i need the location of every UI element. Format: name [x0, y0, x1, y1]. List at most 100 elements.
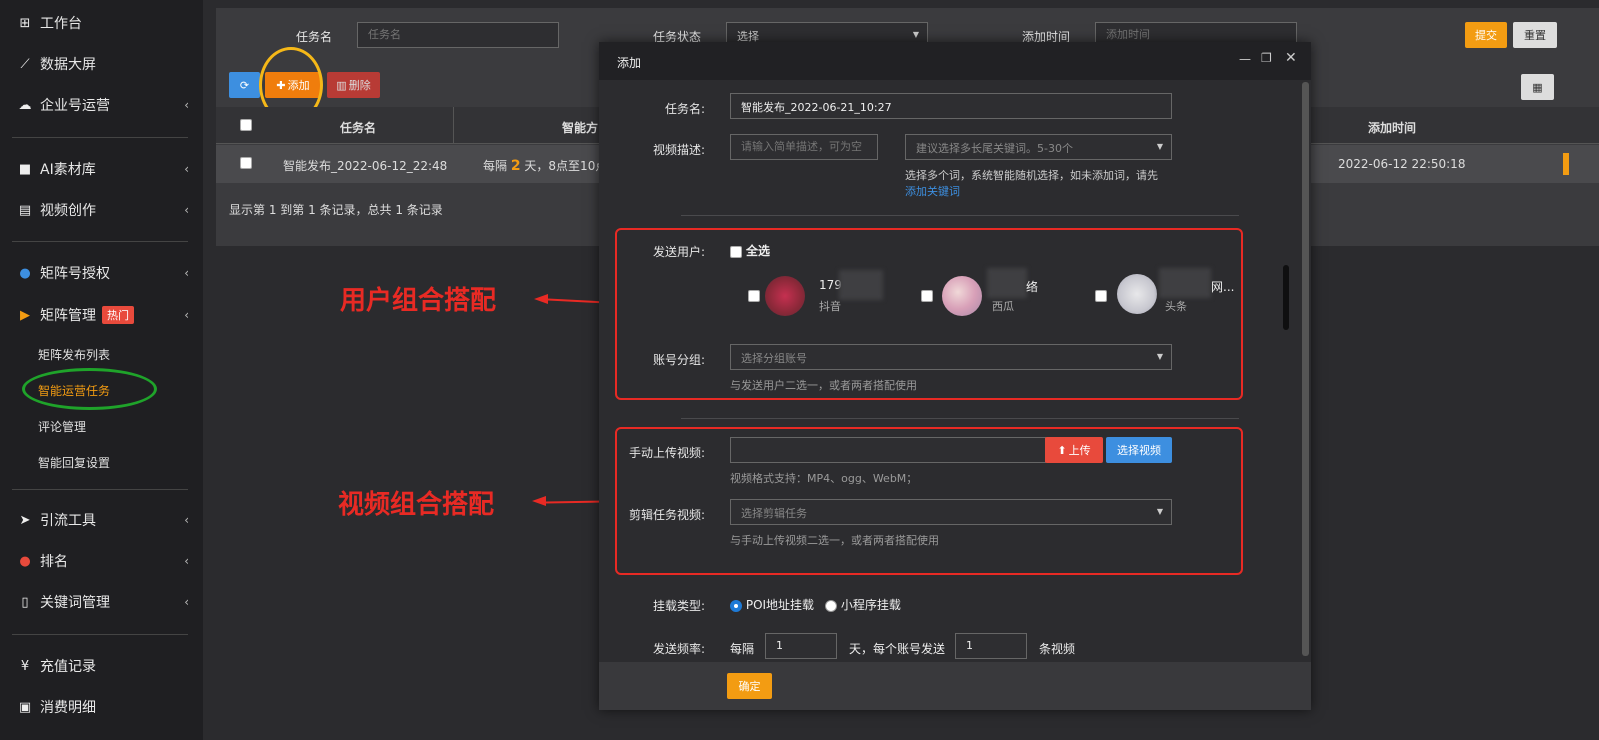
sidebar-item-keywords[interactable]: ▯ 关键词管理 ‹	[0, 582, 203, 622]
keyword-hint: 选择多个词，系统智能随机选择，如未添加词，请先	[905, 169, 1158, 182]
freq-count-input[interactable]: 1	[955, 633, 1027, 659]
sidebar-item-label: 工作台	[40, 16, 82, 32]
chevron-left-icon: ‹	[184, 98, 189, 112]
modal-scrollbar[interactable]	[1302, 82, 1309, 656]
mount-label: 挂载类型:	[652, 599, 705, 613]
sidebar-item-rank[interactable]: ● 排名 ‹	[0, 541, 203, 581]
hot-badge: 热门	[102, 306, 134, 324]
sub-item-publish-list[interactable]: 矩阵发布列表	[38, 346, 110, 363]
annotation-arrow	[547, 298, 607, 304]
sidebar-item-label: 视频创作	[40, 203, 96, 219]
sidebar: ⊞ 工作台 ⟋ 数据大屏 ☁ 企业号运营 ‹ ■ AI素材库 ‹ ▤ 视频创作 ‹ ● 矩阵号授权…	[0, 0, 203, 740]
minimize-icon[interactable]: —	[1239, 52, 1251, 66]
sidebar-item-enterprise[interactable]: ☁ 企业号运营 ‹	[0, 85, 203, 125]
mount-option-label: POI地址挂载	[745, 598, 815, 612]
freq-suffix: 条视频	[1039, 642, 1076, 656]
delete-label: 删除	[348, 79, 371, 92]
user-auth-icon: ●	[19, 265, 31, 281]
sidebar-item-label: 排名	[40, 554, 68, 570]
submit-button[interactable]: 提交	[1465, 22, 1507, 48]
sidebar-item-matrix-manage[interactable]: ▶ 矩阵管理 热门 ‹	[0, 295, 203, 335]
freq-days-input[interactable]: 1	[765, 633, 837, 659]
mount-option-label: 小程序挂载	[840, 598, 901, 612]
annotation-arrow	[545, 500, 607, 504]
radio-unselected[interactable]	[825, 599, 837, 612]
document-icon: ▯	[21, 594, 29, 610]
sidebar-item-workbench[interactable]: ⊞ 工作台	[0, 3, 203, 43]
refresh-button[interactable]: ⟳	[229, 72, 260, 98]
sidebar-item-label: 消费明细	[40, 700, 96, 716]
caret-down-icon: ▼	[912, 30, 919, 39]
yen-icon: ¥	[20, 658, 30, 674]
add-modal: 添加 — ❐ ✕ 任务名: 智能发布_2022-06-21_10:27 视频描述…	[599, 42, 1311, 710]
divider	[12, 489, 188, 490]
chevron-left-icon: ‹	[184, 203, 189, 217]
mount-option-miniprogram[interactable]: 小程序挂载	[825, 596, 901, 613]
chevron-left-icon: ‹	[184, 162, 189, 176]
annotation-video-combo: 视频组合搭配	[338, 490, 495, 520]
task-name-field[interactable]: 智能发布_2022-06-21_10:27	[730, 93, 1172, 119]
sidebar-item-ai-library[interactable]: ■ AI素材库 ‹	[0, 149, 203, 189]
row-checkbox[interactable]	[240, 157, 252, 169]
sidebar-item-label: AI素材库	[40, 162, 96, 178]
list-scrollbar-thumb[interactable]	[1283, 265, 1289, 330]
money-icon: ▣	[18, 699, 32, 715]
radio-selected[interactable]	[730, 599, 742, 612]
sidebar-item-matrix-auth[interactable]: ● 矩阵号授权 ‹	[0, 253, 203, 293]
maximize-icon[interactable]: ❐	[1261, 51, 1272, 65]
col-divider	[453, 107, 454, 144]
sidebar-item-video-create[interactable]: ▤ 视频创作 ‹	[0, 190, 203, 230]
freq-num: 2	[510, 158, 521, 174]
sidebar-item-traffic[interactable]: ➤ 引流工具 ‹	[0, 500, 203, 540]
send-icon: ➤	[19, 512, 31, 528]
task-name-label: 任务名:	[664, 102, 705, 116]
mount-option-poi[interactable]: POI地址挂载	[730, 596, 814, 613]
sub-item-auto-reply[interactable]: 智能回复设置	[38, 454, 110, 471]
play-icon: ▶	[20, 307, 30, 323]
add-keyword-link[interactable]: 添加关键词	[905, 183, 960, 199]
close-icon[interactable]: ✕	[1285, 50, 1297, 66]
rank-icon: ●	[19, 553, 31, 569]
row-task-name: 智能发布_2022-06-12_22:48	[283, 159, 448, 173]
sidebar-item-dashboard[interactable]: ⟋ 数据大屏	[0, 44, 203, 84]
row-frequency: 每隔 2 天，8点至10点	[483, 157, 607, 174]
sidebar-item-label: 数据大屏	[40, 57, 96, 73]
freq-mid: 天，每个账号发送	[849, 642, 946, 656]
chevron-down-icon: ‹	[184, 308, 189, 322]
annotation-user-combo: 用户组合搭配	[340, 286, 497, 316]
highlight-box-videos	[615, 427, 1243, 575]
chevron-left-icon: ‹	[184, 266, 189, 280]
freq-prefix: 每隔	[730, 642, 755, 656]
keyword-placeholder: 建议选择多长尾关键词。5-30个	[916, 142, 1073, 155]
sidebar-item-label: 关键词管理	[40, 595, 110, 611]
modal-header: 添加 — ❐ ✕	[599, 42, 1311, 80]
grid-icon: ▦	[1532, 80, 1543, 94]
trash-icon: ▥	[336, 78, 347, 92]
delete-button[interactable]: ▥ 删除	[327, 72, 380, 98]
row-add-time: 2022-06-12 22:50:18	[1338, 157, 1466, 171]
keyword-select[interactable]: 建议选择多长尾关键词。5-30个 ▼	[905, 134, 1172, 160]
row-action-edge[interactable]	[1563, 153, 1569, 175]
divider	[681, 418, 1239, 419]
select-all-checkbox[interactable]	[240, 119, 252, 131]
sidebar-item-label: 矩阵管理	[40, 308, 96, 324]
chevron-left-icon: ‹	[184, 554, 189, 568]
cloud-icon: ☁	[18, 97, 32, 113]
sidebar-item-consumption[interactable]: ▣ 消费明细	[0, 687, 203, 727]
task-name-label: 任务名	[296, 30, 333, 44]
view-toggle-button[interactable]: ▦	[1521, 74, 1554, 100]
confirm-button[interactable]: 确定	[727, 673, 772, 699]
divider	[681, 215, 1239, 216]
divider	[12, 241, 188, 242]
task-name-input[interactable]	[357, 22, 559, 48]
video-desc-input[interactable]	[730, 134, 878, 160]
sidebar-item-label: 充值记录	[40, 659, 96, 675]
sub-item-comments[interactable]: 评论管理	[38, 418, 86, 435]
reset-button[interactable]: 重置	[1513, 22, 1557, 48]
sidebar-item-label: 矩阵号授权	[40, 266, 110, 282]
sidebar-item-recharge[interactable]: ¥ 充值记录	[0, 646, 203, 686]
sidebar-item-label: 引流工具	[40, 513, 96, 529]
modal-footer: 确定	[599, 662, 1311, 710]
header-add-time: 添加时间	[1368, 121, 1417, 135]
chevron-left-icon: ‹	[184, 513, 189, 527]
